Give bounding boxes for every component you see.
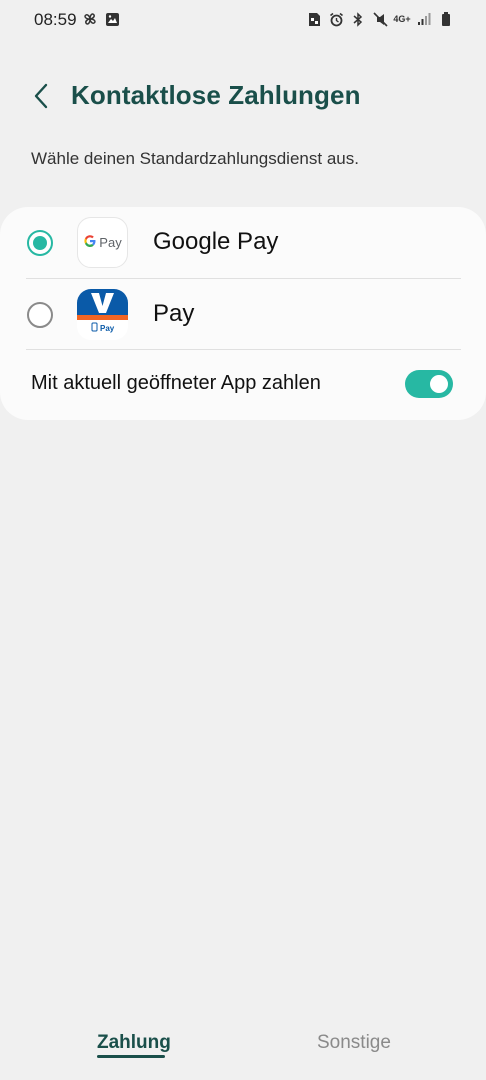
payment-options-card: Pay Google Pay Pay Pay Mit aktuell geöff…	[0, 207, 486, 420]
google-pay-icon-text: Pay	[99, 235, 122, 250]
tab-zahlung[interactable]: Zahlung	[97, 1032, 171, 1054]
pay-with-open-app-toggle[interactable]	[405, 370, 453, 398]
payment-option-pay[interactable]: Pay Pay	[0, 279, 486, 350]
page-subtitle: Wähle deinen Standardzahlungsdienst aus.	[31, 149, 359, 168]
pinwheel-icon	[82, 11, 98, 27]
chevron-left-icon	[34, 83, 48, 109]
tab-sonstige[interactable]: Sonstige	[317, 1032, 391, 1054]
pay-with-open-app-row[interactable]: Mit aktuell geöffneter App zahlen	[0, 350, 486, 420]
vr-pay-icon: Pay	[77, 289, 128, 340]
google-g-icon	[83, 234, 97, 251]
google-pay-icon: Pay	[77, 217, 128, 268]
battery-icon	[438, 11, 454, 27]
status-time: 08:59	[34, 10, 77, 29]
alarm-icon	[328, 11, 344, 27]
pay-with-open-app-label: Mit aktuell geöffneter App zahlen	[31, 372, 321, 394]
status-right-icons: 4G+	[306, 11, 454, 27]
radio-pay[interactable]	[27, 302, 53, 328]
payment-option-label: Google Pay	[153, 228, 279, 255]
image-icon	[104, 11, 120, 27]
mute-icon	[372, 11, 388, 27]
active-tab-indicator	[97, 1055, 165, 1058]
signal-icon	[416, 11, 432, 27]
toggle-knob	[428, 373, 450, 395]
radio-google-pay[interactable]	[27, 230, 53, 256]
bluetooth-icon	[350, 11, 366, 27]
back-button[interactable]	[24, 78, 58, 114]
payment-option-label: Pay	[153, 300, 195, 327]
network-4g-icon: 4G+	[393, 14, 411, 24]
status-bar: 08:59 4G+	[0, 0, 486, 40]
sim-icon	[306, 11, 322, 27]
svg-text:Pay: Pay	[100, 324, 115, 333]
payment-option-google-pay[interactable]: Pay Google Pay	[0, 207, 486, 278]
page-title: Kontaktlose Zahlungen	[71, 80, 361, 110]
status-left-icons	[82, 11, 120, 27]
